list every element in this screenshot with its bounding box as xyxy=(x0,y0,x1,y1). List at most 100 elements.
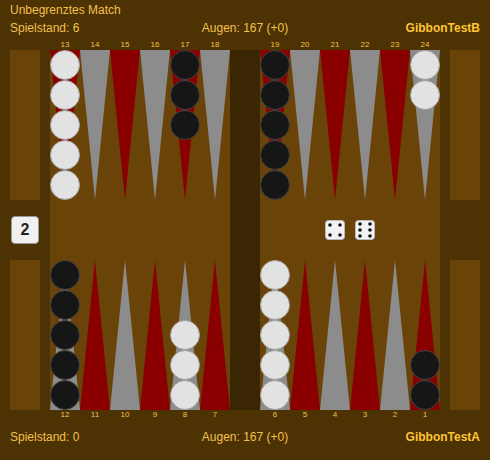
bearoff-tray[interactable] xyxy=(10,260,40,410)
black-checker[interactable] xyxy=(50,320,80,350)
point[interactable] xyxy=(170,230,200,410)
bearoff-column: 2 xyxy=(10,40,40,420)
doubling-cube[interactable]: 2 xyxy=(11,216,39,244)
point[interactable] xyxy=(80,230,110,410)
point-label: 3 xyxy=(350,410,380,420)
white-checker[interactable] xyxy=(170,320,200,350)
point-triangle-icon xyxy=(80,230,110,410)
point-triangle-icon xyxy=(380,230,410,410)
white-checker[interactable] xyxy=(410,80,440,110)
point-label: 10 xyxy=(110,410,140,420)
point-label: 21 xyxy=(320,40,350,50)
white-checker[interactable] xyxy=(410,50,440,80)
point[interactable] xyxy=(50,230,80,410)
black-checker[interactable] xyxy=(50,260,80,290)
point-label: 16 xyxy=(140,40,170,50)
point[interactable] xyxy=(410,50,440,230)
white-checker[interactable] xyxy=(260,290,290,320)
black-checker[interactable] xyxy=(410,350,440,380)
white-checker[interactable] xyxy=(50,110,80,140)
black-checker[interactable] xyxy=(50,380,80,410)
player-name: GibbonTestB xyxy=(323,19,480,37)
point[interactable] xyxy=(260,50,290,230)
white-checker[interactable] xyxy=(260,350,290,380)
black-checker[interactable] xyxy=(50,350,80,380)
backgammon-window: Unbegrenztes MatchSpielstand: 6Augen: 16… xyxy=(0,0,490,460)
point[interactable] xyxy=(350,230,380,410)
point-label: 7 xyxy=(200,410,230,420)
player-name: GibbonTestA xyxy=(323,428,480,446)
point-label: 17 xyxy=(170,40,200,50)
point[interactable] xyxy=(350,50,380,230)
point[interactable] xyxy=(110,230,140,410)
point-label: 13 xyxy=(50,40,80,50)
white-checker[interactable] xyxy=(260,320,290,350)
point[interactable] xyxy=(140,230,170,410)
point[interactable] xyxy=(200,50,230,230)
point[interactable] xyxy=(260,230,290,410)
point-labels: 654321 xyxy=(260,410,440,420)
bearoff-tray[interactable] xyxy=(450,260,480,410)
black-checker[interactable] xyxy=(260,140,290,170)
point[interactable] xyxy=(290,230,320,410)
black-checker[interactable] xyxy=(50,290,80,320)
point[interactable] xyxy=(380,50,410,230)
outer-board: 131415161718121110987 xyxy=(50,40,230,420)
white-checker[interactable] xyxy=(50,80,80,110)
bar[interactable] xyxy=(230,50,260,410)
black-checker[interactable] xyxy=(260,170,290,200)
black-checker[interactable] xyxy=(260,110,290,140)
point[interactable] xyxy=(200,230,230,410)
point-triangle-icon xyxy=(290,230,320,410)
point-triangle-icon xyxy=(80,50,110,230)
point-triangle-icon xyxy=(140,230,170,410)
point-triangle-icon xyxy=(320,50,350,230)
point[interactable] xyxy=(290,50,320,230)
white-checker[interactable] xyxy=(50,140,80,170)
black-checker[interactable] xyxy=(260,50,290,80)
point-triangle-icon xyxy=(140,50,170,230)
bearoff-column xyxy=(450,40,480,420)
point[interactable] xyxy=(320,50,350,230)
point-label: 6 xyxy=(260,410,290,420)
white-checker[interactable] xyxy=(260,260,290,290)
point[interactable] xyxy=(50,50,80,230)
point[interactable] xyxy=(410,230,440,410)
point[interactable] xyxy=(110,50,140,230)
point-label: 5 xyxy=(290,410,320,420)
bearoff-tray[interactable] xyxy=(450,50,480,200)
black-checker[interactable] xyxy=(170,80,200,110)
point-triangle-icon xyxy=(200,50,230,230)
point[interactable] xyxy=(320,230,350,410)
bottom-player-row: Spielstand: 0Augen: 167 (+0)GibbonTestA xyxy=(0,428,490,446)
white-checker[interactable] xyxy=(260,380,290,410)
white-checker[interactable] xyxy=(170,350,200,380)
point-label: 23 xyxy=(380,40,410,50)
point-labels: 192021222324 xyxy=(260,40,440,50)
point-triangle-icon xyxy=(350,50,380,230)
point-label: 24 xyxy=(410,40,440,50)
black-checker[interactable] xyxy=(410,380,440,410)
point-triangle-icon xyxy=(350,230,380,410)
point-triangle-icon xyxy=(200,230,230,410)
bearoff-tray[interactable] xyxy=(10,50,40,200)
white-checker[interactable] xyxy=(50,50,80,80)
point-label: 18 xyxy=(200,40,230,50)
point[interactable] xyxy=(140,50,170,230)
point[interactable] xyxy=(80,50,110,230)
point[interactable] xyxy=(170,50,200,230)
point-label: 19 xyxy=(260,40,290,50)
pip-count: Augen: 167 (+0) xyxy=(167,19,324,37)
black-checker[interactable] xyxy=(170,50,200,80)
match-title: Unbegrenztes Match xyxy=(0,1,490,19)
point-triangle-icon xyxy=(110,50,140,230)
die-icon[interactable] xyxy=(325,220,345,240)
black-checker[interactable] xyxy=(170,110,200,140)
die-icon[interactable] xyxy=(355,220,375,240)
white-checker[interactable] xyxy=(170,380,200,410)
point[interactable] xyxy=(380,230,410,410)
black-checker[interactable] xyxy=(260,80,290,110)
point-triangle-icon xyxy=(110,230,140,410)
score: Spielstand: 6 xyxy=(10,19,167,37)
white-checker[interactable] xyxy=(50,170,80,200)
